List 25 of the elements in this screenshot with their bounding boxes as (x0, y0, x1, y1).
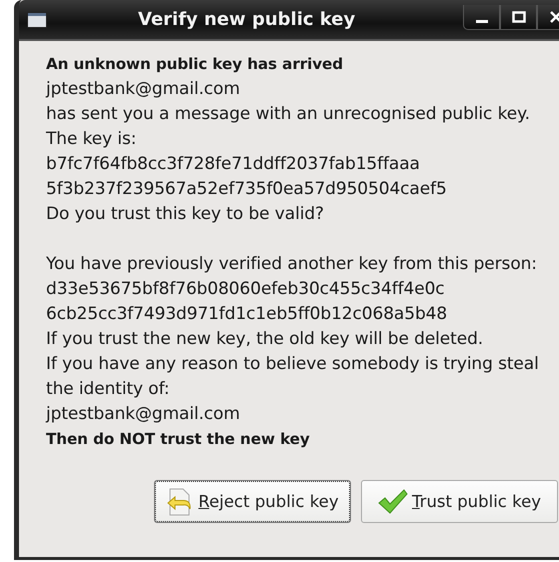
message-text: An unknown public key has arrived (46, 54, 344, 75)
message-text: the identity of: (46, 378, 170, 401)
close-icon (548, 10, 559, 24)
message-text: d33e53675bf8f76b08060efeb30c455c34ff4e0c (46, 278, 446, 301)
window-title: Verify new public key (138, 9, 356, 30)
maximize-icon (512, 10, 526, 24)
minimize-button[interactable] (463, 5, 500, 30)
checkmark-icon (378, 488, 408, 514)
message-text: jptestbank@gmail.com (46, 403, 241, 426)
reject-button[interactable]: Reject public key (154, 480, 351, 523)
message-text: If you trust the new key, the old key will be deleted. (46, 328, 484, 351)
message-text: b7fc7f64fb8cc3f728fe71ddff2037fab15ffaaa (46, 153, 421, 176)
maximize-button[interactable] (500, 5, 537, 30)
message-text: 6cb25cc3f7493d971fd1c1eb5ff0b12c068a5b48 (46, 303, 448, 326)
message-text: 5f3b237f239567a52ef735f0ea57d950504caef5 (46, 178, 448, 201)
window-icon (27, 12, 47, 28)
message-text: Do you trust this key to be valid? (46, 203, 325, 226)
message-text: has sent you a message with an unrecognised public key. (46, 103, 531, 126)
trust-button[interactable]: Trust public key (361, 480, 558, 523)
message-text: The key is: (46, 128, 138, 151)
minimize-icon (476, 20, 488, 23)
message-text: You have previously verified another key from this person: (46, 253, 538, 276)
message-text: If you have any reason to believe somebody is trying steal (46, 353, 540, 376)
message-text: Then do NOT trust the new key (46, 429, 311, 450)
message-text: jptestbank@gmail.com (46, 78, 241, 101)
